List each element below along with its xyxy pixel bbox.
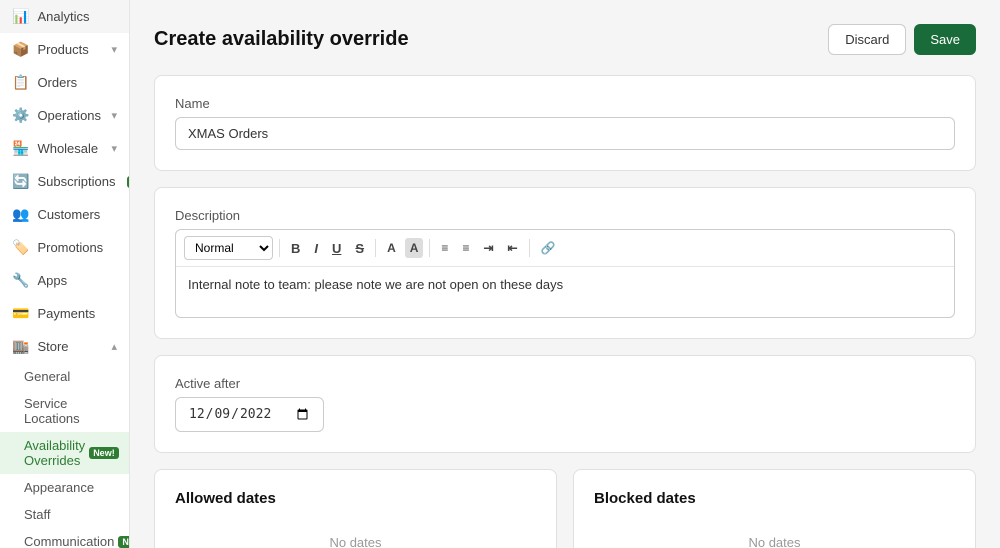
sidebar-sub-label-service-locations: Service Locations (24, 396, 80, 426)
text-color-button[interactable]: A (382, 238, 401, 258)
sidebar-sub-label-appearance: Appearance (24, 480, 94, 495)
wholesale-icon: 🏪 (12, 140, 29, 157)
active-after-input[interactable] (175, 397, 324, 432)
analytics-icon: 📊 (12, 8, 29, 25)
toolbar-sep-2 (375, 239, 376, 257)
sidebar-label-wholesale: Wholesale (37, 141, 98, 156)
sidebar-label-promotions: Promotions (37, 240, 103, 255)
name-input[interactable] (175, 117, 955, 150)
sidebar-sub-item-service-locations[interactable]: Service Locations (0, 390, 129, 432)
sidebar-item-products[interactable]: 📦 Products ▾ (0, 33, 129, 66)
save-button[interactable]: Save (914, 24, 976, 55)
sidebar-label-operations: Operations (37, 108, 101, 123)
chevron-down-icon: ▾ (111, 142, 117, 155)
sidebar-item-customers[interactable]: 👥 Customers (0, 198, 129, 231)
sidebar-label-store: Store (37, 339, 68, 354)
sidebar-label-subscriptions: Subscriptions (37, 174, 115, 189)
customers-icon: 👥 (12, 206, 29, 223)
payments-icon: 💳 (12, 305, 29, 322)
sidebar-sub-item-appearance[interactable]: Appearance (0, 474, 129, 501)
highlight-button[interactable]: A (405, 238, 424, 258)
editor-wrapper: Normal Heading 1 Heading 2 B I U S A A ≡… (175, 229, 955, 318)
products-icon: 📦 (12, 41, 29, 58)
sidebar-sub-label-availability-overrides: Availability Overrides (24, 438, 85, 468)
link-button[interactable]: 🔗 (536, 238, 561, 258)
toolbar-sep-1 (279, 239, 280, 257)
sidebar-item-store[interactable]: 🏬 Store ▴ (0, 330, 129, 363)
sidebar-sub-item-availability-overrides[interactable]: Availability Overrides New! (0, 432, 129, 474)
orders-icon: 📋 (12, 74, 29, 91)
ordered-list-button[interactable]: ≡ (436, 238, 453, 258)
sidebar-item-apps[interactable]: 🔧 Apps (0, 264, 129, 297)
header-buttons: Discard Save (828, 24, 976, 55)
sidebar-sub-item-general[interactable]: General (0, 363, 129, 390)
sidebar-item-operations[interactable]: ⚙️ Operations ▾ (0, 99, 129, 132)
apps-icon: 🔧 (12, 272, 29, 289)
toolbar-sep-4 (529, 239, 530, 257)
active-after-card: Active after (154, 355, 976, 453)
sidebar-label-analytics: Analytics (37, 9, 89, 24)
discard-button[interactable]: Discard (828, 24, 906, 55)
description-text: Internal note to team: please note we ar… (188, 277, 563, 292)
sidebar-sub-label-communication: Communication (24, 534, 114, 548)
promotions-icon: 🏷️ (12, 239, 29, 256)
availability-overrides-badge: New! (89, 447, 119, 459)
active-after-label: Active after (175, 376, 955, 391)
blocked-dates-empty: No dates (594, 519, 955, 548)
editor-toolbar: Normal Heading 1 Heading 2 B I U S A A ≡… (176, 230, 954, 267)
sidebar-item-analytics[interactable]: 📊 Analytics (0, 0, 129, 33)
indent-button[interactable]: ⇥ (478, 238, 498, 258)
sidebar-sub-item-communication[interactable]: Communication New! (0, 528, 129, 548)
underline-button[interactable]: U (327, 238, 346, 259)
page-header: Create availability override Discard Sav… (154, 24, 976, 55)
operations-icon: ⚙️ (12, 107, 29, 124)
bold-button[interactable]: B (286, 238, 305, 259)
sidebar-sub-label-general: General (24, 369, 70, 384)
chevron-down-icon: ▾ (111, 43, 117, 56)
chevron-up-icon: ▴ (111, 340, 117, 353)
sidebar-label-orders: Orders (37, 75, 77, 90)
sidebar-label-products: Products (37, 42, 88, 57)
main-content: Create availability override Discard Sav… (130, 0, 1000, 548)
italic-button[interactable]: I (309, 238, 323, 259)
name-label: Name (175, 96, 955, 111)
sidebar-label-customers: Customers (37, 207, 100, 222)
sidebar-label-apps: Apps (37, 273, 67, 288)
outdent-button[interactable]: ⇤ (503, 238, 523, 258)
sidebar-sub-item-staff[interactable]: Staff (0, 501, 129, 528)
sidebar-item-promotions[interactable]: 🏷️ Promotions (0, 231, 129, 264)
description-label: Description (175, 208, 955, 223)
allowed-dates-empty: No dates (175, 519, 536, 548)
description-editor[interactable]: Internal note to team: please note we ar… (176, 267, 954, 317)
sidebar-item-wholesale[interactable]: 🏪 Wholesale ▾ (0, 132, 129, 165)
store-icon: 🏬 (12, 338, 29, 355)
sidebar-label-payments: Payments (37, 306, 95, 321)
unordered-list-button[interactable]: ≡ (457, 238, 474, 258)
name-card: Name (154, 75, 976, 171)
format-select[interactable]: Normal Heading 1 Heading 2 (184, 236, 273, 260)
sidebar-item-orders[interactable]: 📋 Orders (0, 66, 129, 99)
description-card: Description Normal Heading 1 Heading 2 B… (154, 187, 976, 339)
toolbar-sep-3 (429, 239, 430, 257)
chevron-down-icon: ▾ (111, 109, 117, 122)
page-title: Create availability override (154, 28, 409, 51)
allowed-dates-title: Allowed dates (175, 490, 536, 507)
sidebar: 📊 Analytics 📦 Products ▾ 📋 Orders ⚙️ Ope… (0, 0, 130, 548)
blocked-dates-title: Blocked dates (594, 490, 955, 507)
sidebar-item-payments[interactable]: 💳 Payments (0, 297, 129, 330)
subscriptions-icon: 🔄 (12, 173, 29, 190)
sidebar-sub-label-staff: Staff (24, 507, 51, 522)
dates-section: Allowed dates No dates + Add Dates Block… (154, 469, 976, 548)
allowed-dates-card: Allowed dates No dates + Add Dates (154, 469, 557, 548)
strikethrough-button[interactable]: S (350, 238, 369, 259)
communication-badge: New! (118, 536, 130, 548)
sidebar-item-subscriptions[interactable]: 🔄 Subscriptions New! ▾ (0, 165, 129, 198)
blocked-dates-card: Blocked dates No dates + Add Dates (573, 469, 976, 548)
